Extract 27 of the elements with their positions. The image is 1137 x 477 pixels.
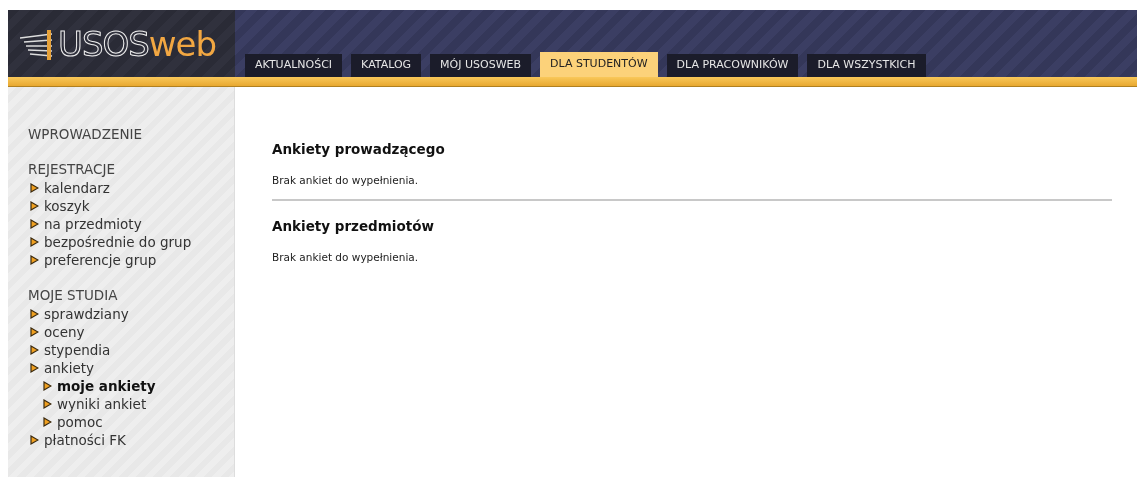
sidebar-link[interactable]: bezpośrednie do grup <box>44 233 192 251</box>
sidebar-link[interactable]: stypendia <box>44 341 111 359</box>
sidebar-link[interactable]: preferencje grup <box>44 251 157 269</box>
nav-tab[interactable]: KATALOG <box>351 54 422 77</box>
sidebar-link[interactable]: pomoc <box>57 413 103 431</box>
sidebar-link[interactable]: wyniki ankiet <box>57 395 147 413</box>
sidebar-link[interactable]: koszyk <box>44 197 90 215</box>
sidebar-link[interactable]: ankiety <box>44 359 94 377</box>
nav-tab[interactable]: DLA PRACOWNIKÓW <box>666 54 799 77</box>
sidebar-link[interactable]: kalendarz <box>44 179 110 197</box>
sidebar-link[interactable]: płatności FK <box>44 431 126 449</box>
nav-tab[interactable]: MÓJ USOSWEB <box>430 54 532 77</box>
sidebar-heading[interactable]: WPROWADZENIE <box>28 125 234 143</box>
logo-text: USOSweb <box>58 26 217 61</box>
section-heading: Ankiety prowadzącego <box>272 140 446 158</box>
sidebar-link[interactable]: oceny <box>44 323 85 341</box>
sidebar-heading[interactable]: MOJE STUDIA <box>28 286 234 304</box>
sidebar-link[interactable]: na przedmioty <box>44 215 142 233</box>
sidebar-link[interactable]: moje ankiety <box>57 377 156 395</box>
section-heading: Ankiety przedmiotów <box>272 216 435 235</box>
sidebar-heading[interactable]: REJESTRACJE <box>28 160 234 178</box>
empty-message: Brak ankiet do wypełnienia. <box>272 249 420 265</box>
nav-tab[interactable]: AKTUALNOŚCI <box>245 54 343 77</box>
nav-tab[interactable]: DLA STUDENTÓW <box>540 52 658 77</box>
nav-tab[interactable]: DLA WSZYSTKICH <box>807 54 926 77</box>
empty-message: Brak ankiet do wypełnienia. <box>272 173 420 188</box>
sidebar-link[interactable]: sprawdziany <box>44 305 129 323</box>
